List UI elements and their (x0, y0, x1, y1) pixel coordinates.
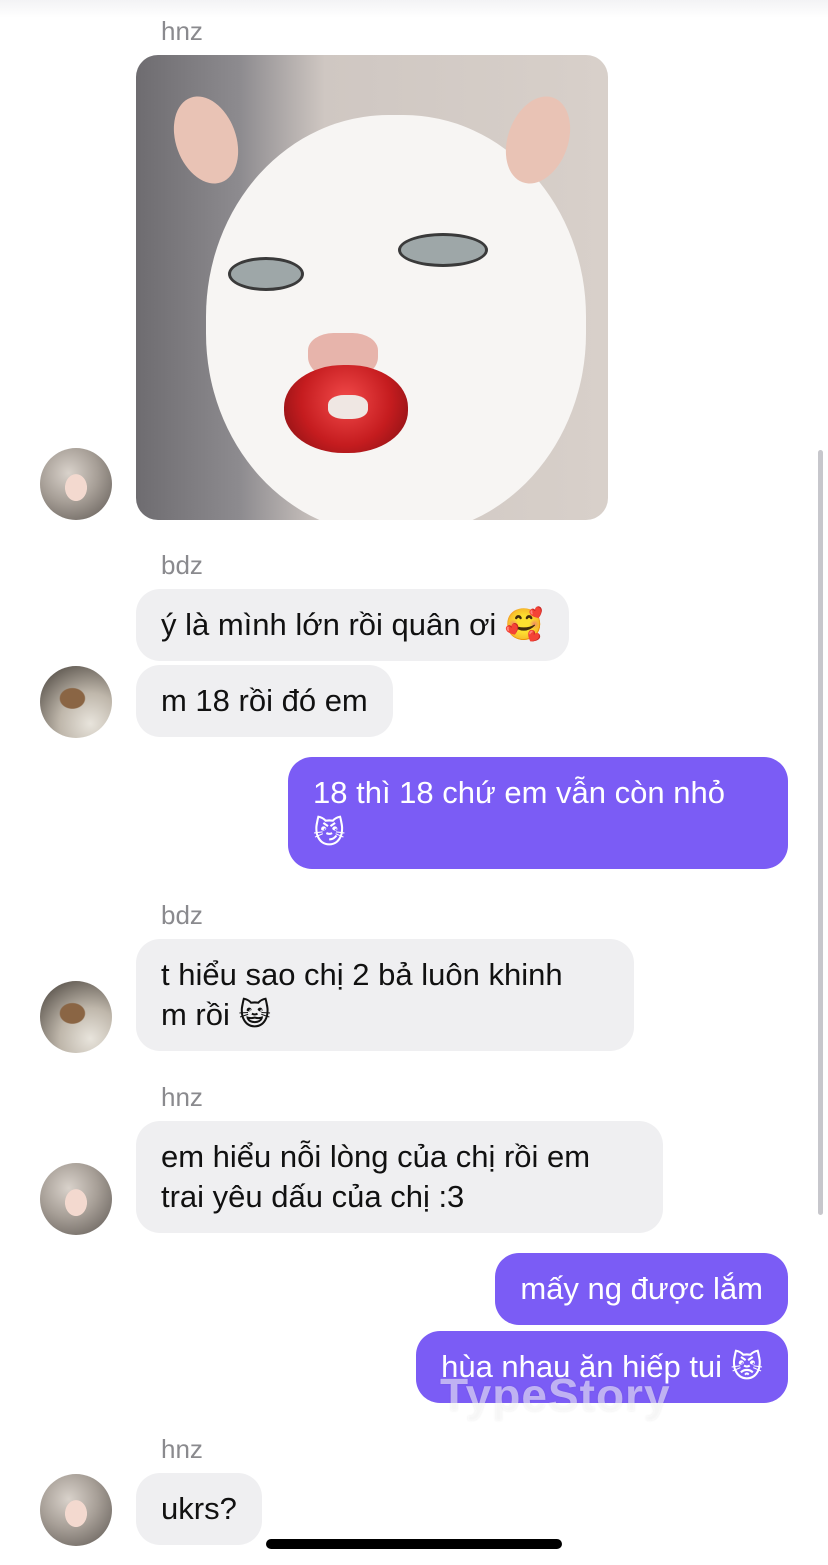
message-bubble[interactable]: m 18 rồi đó em (136, 665, 393, 737)
avatar[interactable] (40, 448, 112, 520)
photo-eye (398, 233, 488, 267)
message-bubble[interactable]: t hiểu sao chị 2 bả luôn khinh m rồi 😺 (136, 939, 634, 1051)
avatar[interactable] (40, 981, 112, 1053)
avatar[interactable] (40, 1163, 112, 1235)
message-bubble-outgoing[interactable]: 18 thì 18 chứ em vẫn còn nhỏ 😼 (288, 757, 788, 869)
photo-teeth (328, 395, 368, 419)
message-bubble[interactable]: ukrs? (136, 1473, 262, 1545)
top-fade (0, 0, 828, 18)
avatar[interactable] (40, 1474, 112, 1546)
sender-name: hnz (161, 16, 203, 46)
sender-name: hnz (161, 1082, 203, 1112)
sender-name: bdz (161, 550, 203, 580)
image-message[interactable] (136, 55, 608, 520)
watermark: TypeStory (440, 1369, 671, 1421)
photo-eye (228, 257, 304, 291)
avatar[interactable] (40, 666, 112, 738)
message-bubble[interactable]: em hiểu nỗi lòng của chị rồi em trai yêu… (136, 1121, 663, 1233)
message-bubble[interactable]: ý là mình lớn rồi quân ơi 🥰 (136, 589, 569, 661)
sender-name: bdz (161, 900, 203, 930)
sender-name: hnz (161, 1434, 203, 1464)
scrollbar[interactable] (818, 450, 823, 1215)
message-bubble-outgoing[interactable]: mấy ng được lắm (495, 1253, 788, 1325)
home-indicator[interactable] (266, 1539, 562, 1549)
photo-ear (162, 87, 250, 193)
